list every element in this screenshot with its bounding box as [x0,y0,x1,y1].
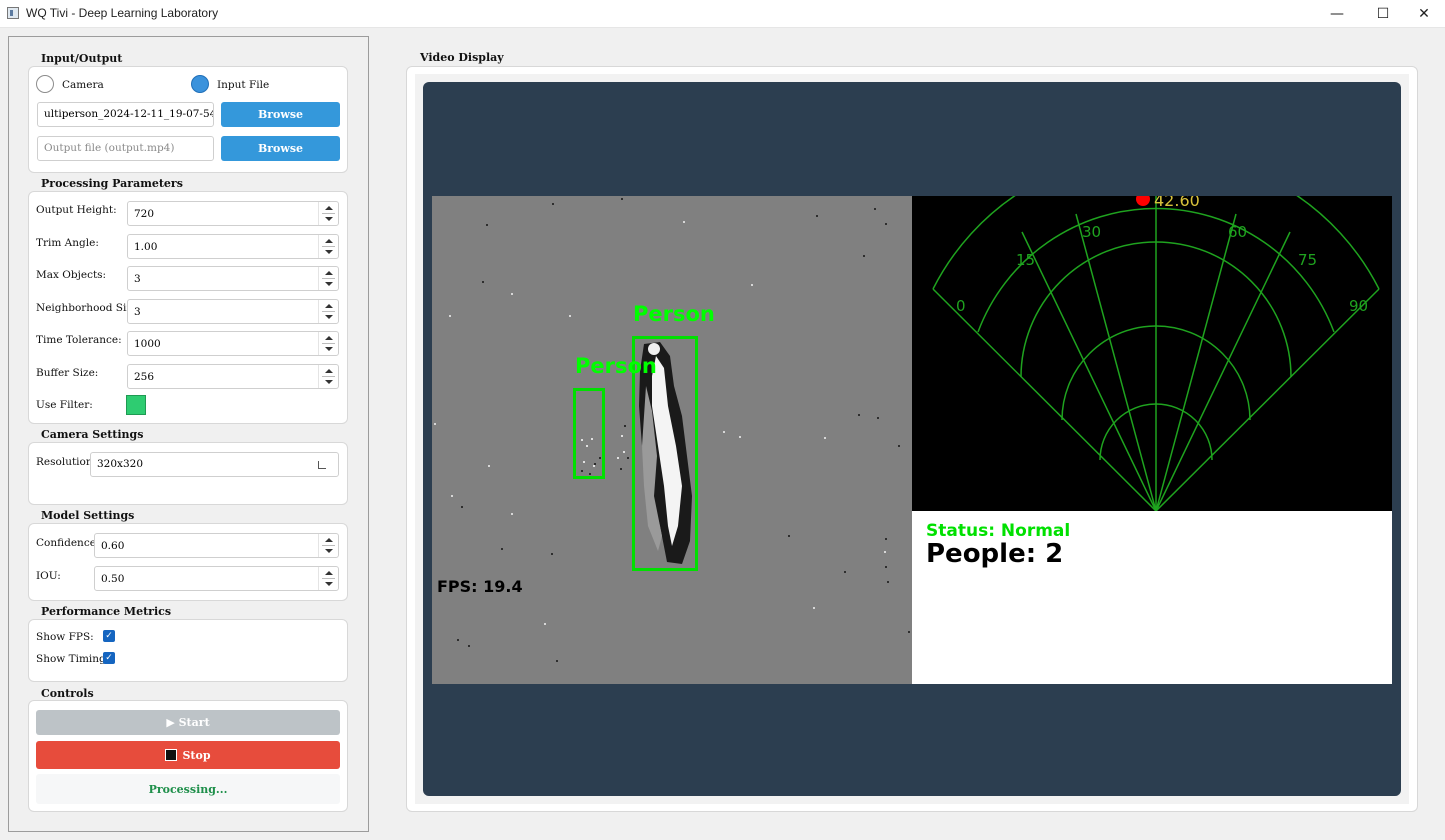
spin-arrows[interactable] [318,332,338,355]
trim-angle-label: Trim Angle: [36,237,99,249]
confidence-label: Confidence: [36,537,100,549]
confidence-spinbox[interactable]: 0.60 [94,533,339,558]
camera-group-title: Camera Settings [41,428,144,441]
show-fps-checkbox[interactable]: ✓ [103,630,115,642]
controls-group-title: Controls [41,687,94,700]
app-icon [7,7,19,19]
stop-button-label: Stop [182,748,211,762]
buffer-size-label: Buffer Size: [36,367,99,379]
minimize-button[interactable]: — [1314,0,1360,27]
window-title: WQ Tivi - Deep Learning Laboratory [26,6,219,20]
radar-tick: 90 [1349,297,1368,315]
radar-target [1136,196,1150,206]
io-group-title: Input/Output [41,52,123,65]
title-bar: WQ Tivi - Deep Learning Laboratory — ☐ ✕ [0,0,1445,28]
resolution-label: Resolution: [36,456,97,468]
output-height-spinbox[interactable]: 720 [127,201,339,226]
stop-icon [165,749,178,761]
show-timing-label: Show Timing: [36,653,110,665]
show-timing-checkbox[interactable]: ✓ [103,652,115,664]
iou-spinbox[interactable]: 0.50 [94,566,339,591]
radar-chart: 0 15 30 60 75 90 42.60 [932,196,1380,511]
use-filter-label: Use Filter: [36,399,93,411]
output-file-field[interactable]: Output file (output.mp4) [37,136,214,161]
radar-tick: 60 [1228,223,1247,241]
dropdown-arrow-icon [318,461,326,469]
radar-tick: 15 [1016,251,1035,269]
trim-angle-spinbox[interactable]: 1.00 [127,234,339,259]
use-filter-checkbox[interactable] [126,395,146,415]
maximize-button[interactable]: ☐ [1360,0,1406,27]
time-tolerance-spinbox[interactable]: 1000 [127,331,339,356]
spin-arrows[interactable] [318,235,338,258]
iou-label: IOU: [36,570,61,582]
input-file-radio-label: Input File [217,79,270,91]
resolution-combobox[interactable]: 320x320 [90,452,339,477]
detection-box [573,388,605,479]
time-tolerance-label: Time Tolerance: [36,334,122,346]
spin-arrows[interactable] [318,567,338,590]
model-group-title: Model Settings [41,509,135,522]
camera-radio-label: Camera [62,79,104,91]
status-readout: Status: Normal [926,521,1071,541]
close-button[interactable]: ✕ [1401,0,1445,27]
detection-label: Person [575,354,657,378]
neighborhood-size-spinbox[interactable]: 3 [127,299,339,324]
fps-overlay: FPS: 19.4 [437,577,523,596]
performance-group-title: Performance Metrics [41,605,172,618]
buffer-size-spinbox[interactable]: 256 [127,364,339,389]
stop-button[interactable]: Stop [36,741,340,769]
people-count: People: 2 [926,539,1064,569]
radar-tick: 30 [1082,223,1101,241]
browse-input-button[interactable]: Browse [221,102,340,127]
camera-radio[interactable] [36,75,54,93]
radar-tick: 0 [956,297,966,315]
spin-arrows[interactable] [318,267,338,290]
spin-arrows[interactable] [318,534,338,557]
spin-arrows[interactable] [318,202,338,225]
radar-tick: 75 [1298,251,1317,269]
neighborhood-size-label: Neighborhood Size: [36,302,142,314]
spin-arrows[interactable] [318,365,338,388]
max-objects-spinbox[interactable]: 3 [127,266,339,291]
radar-view: 0 15 30 60 75 90 42.60 [912,196,1392,511]
processing-group-title: Processing Parameters [41,177,183,190]
performance-group [28,619,348,682]
spin-arrows[interactable] [318,300,338,323]
output-height-label: Output Height: [36,204,117,216]
input-file-field[interactable]: ultiperson_2024-12-11_19-07-54.raw [37,102,214,127]
processing-status: Processing... [36,774,340,804]
radar-angle-readout: 42.60 [1154,196,1200,210]
show-fps-label: Show FPS: [36,631,94,643]
detection-label: Person [633,302,715,326]
browse-output-button[interactable]: Browse [221,136,340,161]
input-file-radio[interactable] [191,75,209,93]
start-button[interactable]: ▶ Start [36,710,340,735]
video-group-title: Video Display [420,51,504,64]
max-objects-label: Max Objects: [36,269,107,281]
